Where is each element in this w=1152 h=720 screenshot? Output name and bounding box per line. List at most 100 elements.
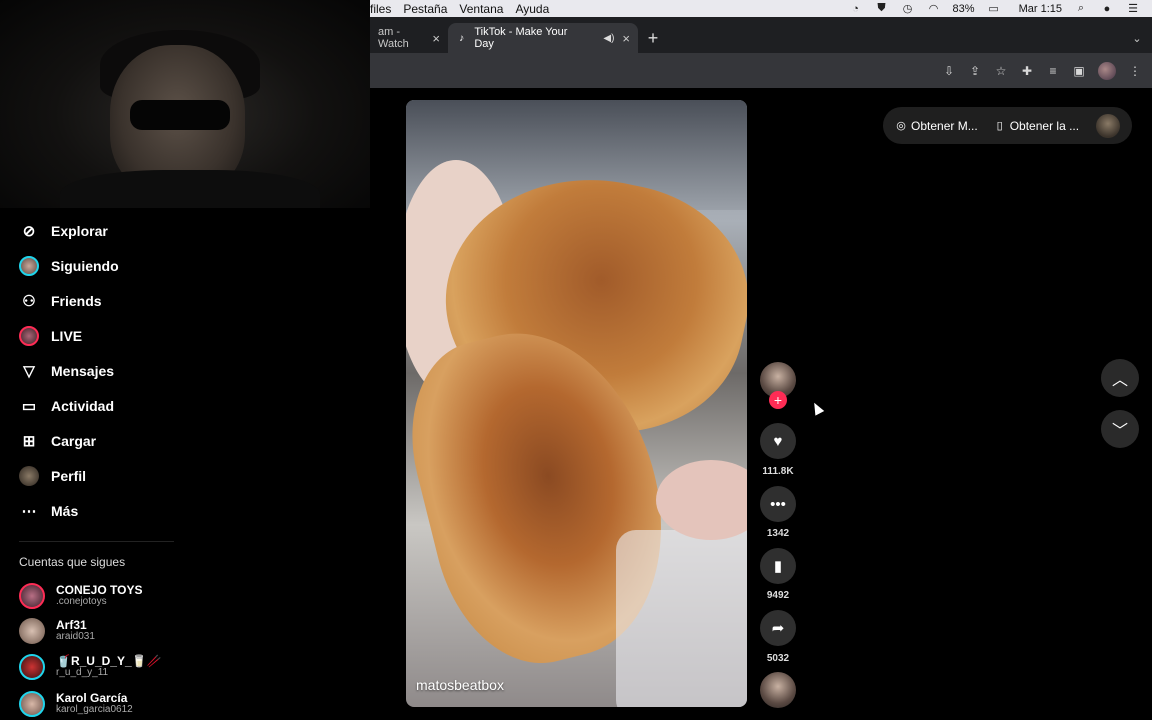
bookmark-icon: ▮: [773, 558, 783, 575]
profile-avatar: [19, 465, 39, 486]
account-avatar: [19, 691, 45, 717]
account-name: CONEJO TOYS: [56, 583, 143, 597]
sidebar-item-label: Actividad: [51, 397, 115, 414]
tab-watch-title: am - Watch: [378, 26, 409, 50]
next-creator-avatar[interactable]: [760, 672, 796, 708]
menu-pestana[interactable]: Pestaña: [403, 2, 447, 16]
inbox-icon: ▭: [21, 397, 37, 415]
install-icon[interactable]: ⇩: [942, 64, 956, 78]
menu-ayuda[interactable]: Ayuda: [515, 2, 549, 16]
sidebar-item-label: Explorar: [51, 222, 108, 239]
sidebar-item-label: Mensajes: [51, 362, 115, 379]
close-icon[interactable]: ×: [622, 31, 630, 46]
friends-icon: ⚇: [22, 292, 36, 310]
wifi-icon[interactable]: ◠: [927, 3, 941, 15]
share-count: 5032: [766, 653, 790, 664]
like-button[interactable]: ♥: [760, 423, 796, 459]
control-center-icon[interactable]: ☰: [1126, 3, 1140, 15]
plus-square-icon: ⊞: [22, 432, 36, 450]
desktop-app-icon: ◎: [896, 120, 906, 132]
comment-button[interactable]: •••: [760, 486, 796, 522]
side-panel-icon[interactable]: ▣: [1072, 64, 1086, 78]
webcam-overlay: [0, 0, 370, 208]
reading-list-icon[interactable]: ≡: [1046, 64, 1060, 78]
search-icon[interactable]: ⌕: [1074, 2, 1088, 15]
screen: files Pestaña Ventana Ayuda ◔ ⛊ ◷ ◠ 83% …: [0, 0, 1152, 720]
following-avatar: [19, 255, 39, 276]
account-item[interactable]: Karol García karol_garcia0612: [19, 689, 133, 719]
video-player[interactable]: matosbeatbox: [406, 100, 747, 707]
extensions-icon[interactable]: ✚: [1020, 64, 1034, 78]
account-item[interactable]: CONEJO TOYS .conejotoys: [19, 581, 142, 611]
chevron-down-icon[interactable]: ⌄: [1122, 23, 1152, 53]
speaker-icon[interactable]: ◀): [603, 33, 614, 44]
shield-icon[interactable]: ⛊: [875, 2, 889, 15]
sidebar-item-perfil[interactable]: Perfil: [0, 458, 370, 493]
sidebar-item-label: Siguiendo: [51, 257, 119, 274]
extension-icon[interactable]: ◔: [849, 3, 863, 15]
menu-ventana[interactable]: Ventana: [459, 2, 503, 16]
profile-avatar[interactable]: [1098, 61, 1116, 80]
tab-tiktok[interactable]: ♪ TikTok - Make Your Day ◀) ×: [448, 23, 638, 53]
follow-plus-icon[interactable]: +: [769, 391, 787, 409]
battery-icon[interactable]: ▭: [987, 3, 1001, 15]
save-button[interactable]: ▮: [760, 548, 796, 584]
get-desktop-app-label: Obtener M...: [911, 118, 978, 133]
tab-watch[interactable]: am - Watch ×: [370, 23, 448, 53]
account-item[interactable]: Arf31 araid031: [19, 616, 95, 646]
get-desktop-app-button[interactable]: ◎ Obtener M...: [895, 119, 978, 133]
browser-toolbar: ⇩ ⇪ ☆ ✚ ≡ ▣ ⋮: [370, 53, 1152, 88]
live-icon: [19, 325, 39, 346]
phone-icon: ▯: [996, 120, 1003, 132]
sidebar-item-siguiendo[interactable]: Siguiendo: [0, 248, 370, 283]
previous-video-button[interactable]: ︿: [1101, 359, 1139, 397]
share-arrow-icon: ➦: [771, 620, 785, 637]
sidebar-item-cargar[interactable]: ⊞ Cargar: [0, 423, 370, 458]
new-tab-button[interactable]: +: [638, 23, 668, 53]
share-icon[interactable]: ⇪: [968, 64, 982, 78]
sidebar-item-friends[interactable]: ⚇ Friends: [0, 283, 370, 318]
sidebar-item-mas[interactable]: ⋯ Más: [0, 493, 370, 528]
sidebar-item-label: Friends: [51, 292, 102, 309]
like-count: 111.8K: [762, 466, 794, 477]
sidebar-item-mensajes[interactable]: ▽ Mensajes: [0, 353, 370, 388]
sidebar-item-explorar[interactable]: ⊘ Explorar: [0, 213, 370, 248]
get-mobile-app-label: Obtener la ...: [1009, 118, 1080, 133]
sidebar-item-actividad[interactable]: ▭ Actividad: [0, 388, 370, 423]
siri-icon[interactable]: ●: [1100, 3, 1114, 15]
save-count: 9492: [766, 590, 790, 601]
get-mobile-app-button[interactable]: ▯ Obtener la ...: [994, 119, 1079, 133]
sidebar-nav: ⊘ Explorar Siguiendo ⚇ Friends LIVE ▽ Me…: [0, 213, 370, 528]
account-avatar: [19, 583, 45, 609]
star-icon[interactable]: ☆: [994, 64, 1008, 78]
tab-tiktok-title: TikTok - Make Your Day: [474, 26, 568, 50]
account-item[interactable]: 🥤R_U_D_Y_🥛🥢 r_u_d_y_11: [19, 652, 162, 682]
video-author[interactable]: matosbeatbox: [416, 677, 504, 693]
compass-icon: ⊘: [22, 222, 36, 240]
next-video-button[interactable]: ﹀: [1101, 410, 1139, 448]
sidebar-item-label: Cargar: [51, 432, 97, 449]
share-button[interactable]: ➦: [760, 610, 796, 646]
account-avatar: [19, 618, 45, 644]
chevron-down-icon: ﹀: [1111, 423, 1128, 440]
battery-percent: 83%: [952, 2, 975, 15]
account-handle: karol_garcia0612: [56, 704, 133, 715]
browser-tab-strip: am - Watch × ♪ TikTok - Make Your Day ◀)…: [370, 17, 1152, 53]
sidebar-item-label: Más: [51, 502, 79, 519]
close-icon[interactable]: ×: [432, 31, 440, 46]
time-machine-icon[interactable]: ◷: [901, 3, 915, 15]
get-app-bar: ◎ Obtener M... ▯ Obtener la ...: [883, 107, 1132, 144]
more-icon[interactable]: ⋮: [1128, 64, 1142, 78]
heart-icon: ♥: [773, 432, 783, 450]
comment-icon: •••: [770, 495, 786, 513]
menubar-clock[interactable]: Mar 1:15: [1019, 3, 1062, 15]
sidebar-item-live[interactable]: LIVE: [0, 318, 370, 353]
divider: [19, 541, 174, 542]
menu-files[interactable]: files: [370, 2, 391, 16]
send-icon: ▽: [23, 362, 35, 380]
account-handle: .conejotoys: [56, 596, 107, 607]
mouse-cursor: [809, 400, 825, 416]
account-avatar: [19, 654, 45, 680]
user-avatar[interactable]: [1096, 114, 1120, 138]
sidebar-item-label: Perfil: [51, 467, 87, 484]
